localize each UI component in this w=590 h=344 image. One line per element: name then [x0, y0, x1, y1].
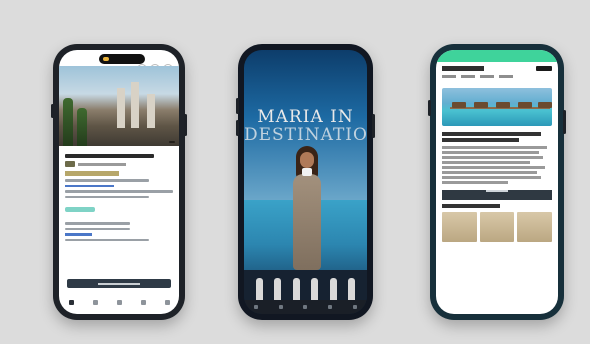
offer-tag [65, 171, 119, 176]
rating-text [78, 162, 126, 166]
related-section-title [436, 203, 558, 208]
hotel-screen [59, 50, 179, 314]
article-hero-image[interactable] [442, 88, 552, 126]
nav-link[interactable] [442, 75, 456, 78]
info-line [65, 195, 150, 198]
live-activity-icon [103, 57, 109, 61]
reels-icon[interactable] [328, 305, 333, 309]
profile-icon[interactable] [352, 305, 357, 309]
phone-story: MARIA IN DESTINATION [236, 44, 375, 320]
details-link[interactable] [65, 233, 92, 236]
article-title [436, 132, 558, 142]
search-icon[interactable] [278, 305, 283, 309]
amenity-chip[interactable] [65, 207, 95, 212]
related-thumbnails [442, 211, 553, 242]
story-screen: MARIA IN DESTINATION [244, 50, 367, 314]
article-screen [436, 50, 558, 314]
story-title: MARIA IN DESTINATION [244, 108, 367, 144]
balustrade [244, 270, 367, 300]
promo-banner[interactable] [436, 50, 558, 62]
thumbnail[interactable] [479, 211, 515, 242]
story-title-line2: DESTINATION [244, 125, 367, 145]
add-icon[interactable] [303, 305, 308, 309]
home-icon[interactable] [68, 299, 74, 305]
thumbnail[interactable] [442, 211, 477, 242]
nav-link[interactable] [461, 75, 475, 78]
palm-tree [63, 98, 73, 146]
phone-travel-article [428, 44, 566, 320]
site-nav [436, 75, 558, 78]
rating-badge [65, 161, 75, 167]
photo-count-badge [169, 141, 175, 143]
person-photo [290, 146, 324, 276]
story-title-line1: MARIA IN [257, 107, 354, 127]
info-line [65, 238, 150, 241]
reserve-button[interactable] [67, 279, 171, 288]
dynamic-island [99, 54, 145, 64]
read-more-button[interactable] [442, 189, 552, 200]
info-line [65, 190, 173, 193]
menu-icon[interactable] [536, 66, 552, 71]
site-logo[interactable] [442, 66, 484, 71]
building-shape [147, 94, 155, 128]
search-icon[interactable] [92, 299, 98, 305]
volume-button [51, 104, 54, 118]
trips-icon[interactable] [116, 299, 122, 305]
hotel-details [59, 146, 179, 248]
profile-icon[interactable] [164, 299, 170, 305]
volume-button [428, 100, 431, 116]
building-shape [131, 82, 139, 128]
home-icon[interactable] [254, 305, 259, 309]
hotel-hero-image[interactable] [59, 66, 179, 146]
screenshot-stage: MARIA IN DESTINATION [0, 0, 590, 344]
nav-link[interactable] [499, 75, 513, 78]
power-button [372, 114, 375, 138]
volume-button [236, 120, 239, 136]
info-line [65, 227, 130, 230]
tab-bar [59, 294, 179, 310]
thumbnail[interactable] [517, 211, 553, 242]
article-body [436, 146, 558, 184]
palm-tree [77, 108, 87, 146]
hotel-name-text [65, 154, 173, 158]
story-nav-bar [244, 300, 367, 314]
info-line [65, 222, 130, 225]
power-button [184, 114, 187, 136]
inbox-icon[interactable] [140, 299, 146, 305]
building-shape [117, 88, 125, 128]
power-button [563, 110, 566, 134]
nav-link[interactable] [480, 75, 494, 78]
rating-row [65, 161, 173, 167]
phone-hotel-listing [51, 44, 187, 320]
info-line [65, 179, 150, 182]
site-header [436, 62, 558, 75]
volume-button [236, 98, 239, 114]
map-link[interactable] [65, 184, 114, 187]
